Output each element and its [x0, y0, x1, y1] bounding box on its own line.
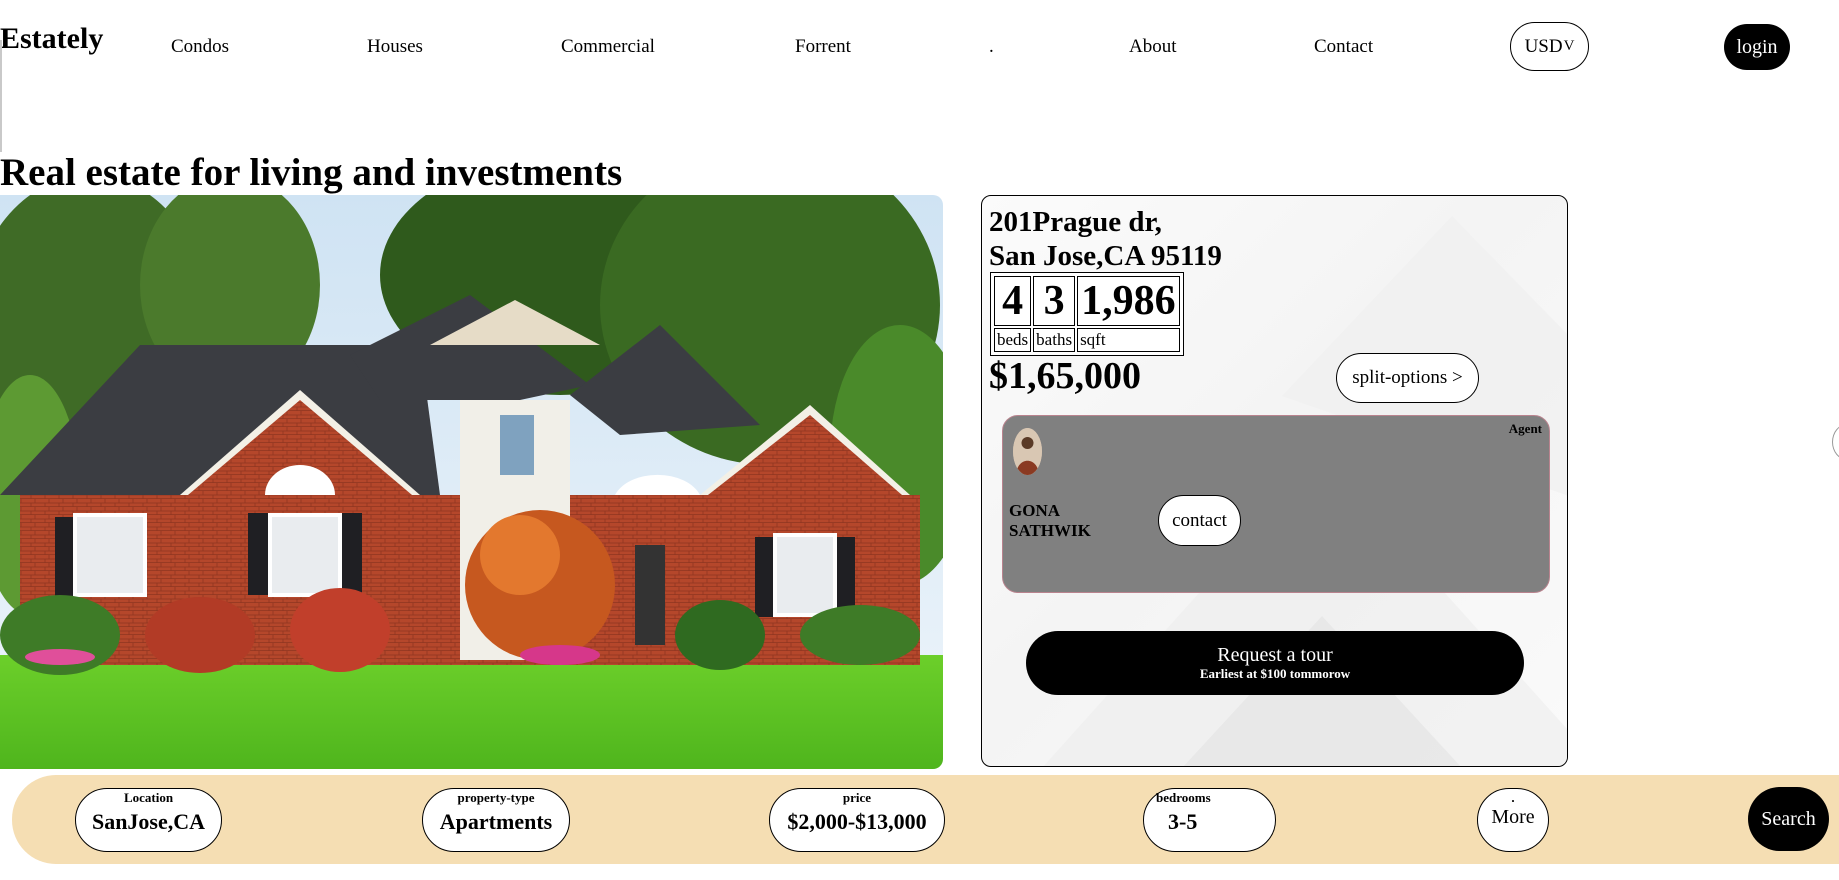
location-value: SanJose,CA — [91, 809, 206, 834]
price-filter[interactable]: price $2,000-$13,000 — [769, 788, 945, 852]
more-label: More — [1491, 806, 1535, 828]
listing-address: 201Prague dr, San Jose,CA 95119 — [989, 205, 1222, 273]
agent-last-name: SATHWIK — [1009, 521, 1091, 540]
price-caption: price — [842, 790, 872, 805]
beds-count: 4 — [994, 276, 1032, 326]
chevron-down-icon: V — [1563, 38, 1575, 54]
price-value: $2,000-$13,000 — [787, 809, 927, 834]
property-type-filter[interactable]: property-type Apartments — [422, 788, 570, 852]
search-filter-bar: Location SanJose,CA property-type Apartm… — [12, 775, 1839, 864]
sqft-label: sqft — [1077, 328, 1180, 352]
bedrooms-value: 3-5 — [1168, 809, 1198, 834]
baths-count: 3 — [1033, 276, 1076, 326]
login-button[interactable]: login — [1724, 24, 1790, 70]
carousel-next-handle[interactable] — [1832, 424, 1839, 460]
search-button[interactable]: Search — [1748, 787, 1829, 851]
listing-card: 201Prague dr, San Jose,CA 95119 4 3 1,98… — [981, 195, 1568, 767]
agent-panel: Agent GONA SATHWIK contact — [1002, 415, 1550, 593]
property-type-caption: property-type — [457, 790, 535, 805]
contact-agent-button[interactable]: contact — [1158, 495, 1241, 546]
more-caption: . — [1511, 790, 1515, 805]
split-options-button[interactable]: split-options > — [1336, 353, 1479, 403]
page-title: Real estate for living and investments — [0, 151, 623, 194]
avatar[interactable] — [1013, 428, 1042, 475]
more-filters-button[interactable]: . More — [1477, 788, 1549, 852]
currency-label: USD — [1524, 35, 1563, 57]
address-line-1: 201Prague dr, — [989, 206, 1162, 238]
bedrooms-caption: bedrooms — [1156, 790, 1211, 805]
listing-stats-table: 4 3 1,986 beds baths sqft — [990, 272, 1184, 356]
request-tour-button[interactable]: Request a tour Earliest at $100 tommorow — [1026, 631, 1524, 695]
nav-link-contact[interactable]: Contact — [1314, 36, 1373, 58]
request-tour-subtitle: Earliest at $100 tommorow — [1199, 666, 1351, 681]
beds-label: beds — [994, 328, 1032, 352]
property-type-value: Apartments — [439, 809, 553, 834]
location-caption: Location — [123, 790, 174, 805]
bedrooms-filter[interactable]: bedrooms 3-5 — [1143, 788, 1276, 852]
listing-price: $1,65,000 — [989, 355, 1141, 397]
nav-separator-dot: . — [989, 36, 994, 57]
nav-link-forrent[interactable]: Forrent — [795, 36, 851, 58]
location-filter[interactable]: Location SanJose,CA — [75, 788, 222, 852]
nav-link-houses[interactable]: Houses — [367, 36, 423, 58]
page-edge-rule — [0, 40, 2, 152]
agent-first-name: GONA — [1009, 501, 1060, 520]
top-nav: Estately Condos Houses Commercial Forren… — [0, 0, 1839, 90]
request-tour-title: Request a tour — [1217, 644, 1333, 666]
agent-tag: Agent — [1508, 421, 1542, 436]
property-photo — [0, 195, 943, 769]
nav-link-about[interactable]: About — [1129, 36, 1177, 58]
brand-logo[interactable]: Estately — [0, 22, 103, 56]
agent-name: GONA SATHWIK — [1009, 501, 1091, 541]
nav-link-condos[interactable]: Condos — [171, 36, 229, 58]
currency-select[interactable]: USD V — [1510, 22, 1589, 71]
baths-label: baths — [1033, 328, 1076, 352]
address-line-2: San Jose,CA 95119 — [989, 240, 1222, 272]
sqft-count: 1,986 — [1077, 276, 1180, 326]
nav-link-commercial[interactable]: Commercial — [561, 36, 655, 58]
